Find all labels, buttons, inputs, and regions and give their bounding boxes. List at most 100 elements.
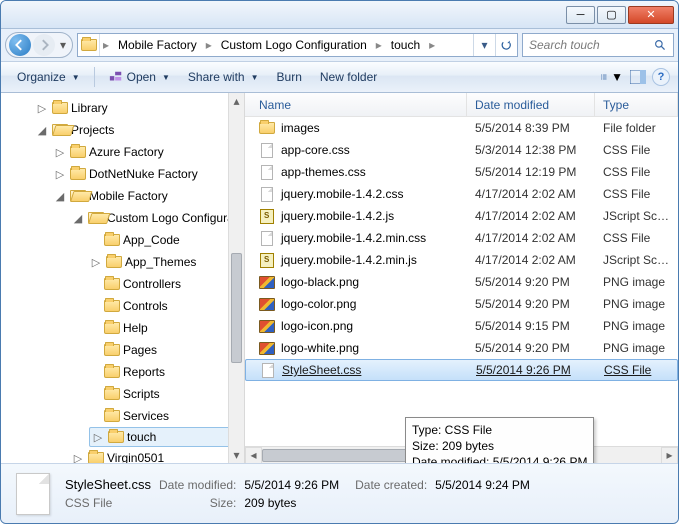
new-folder-button[interactable]: New folder — [312, 66, 385, 88]
column-date[interactable]: Date modified — [467, 93, 595, 116]
chevron-right-icon[interactable]: ▸ — [203, 38, 215, 52]
expand-icon[interactable]: ▷ — [91, 431, 105, 444]
expand-icon[interactable]: ▷ — [35, 102, 49, 115]
file-date-cell: 5/5/2014 9:20 PM — [467, 297, 595, 311]
address-bar[interactable]: ▸ Mobile Factory ▸ Custom Logo Configura… — [77, 33, 518, 57]
search-input[interactable]: Search touch — [522, 33, 674, 57]
collapse-icon[interactable]: ◢ — [35, 124, 49, 137]
breadcrumb-custom-logo[interactable]: Custom Logo Configuration — [215, 34, 373, 56]
expand-icon[interactable]: ▷ — [53, 168, 67, 181]
address-dropdown[interactable]: ▾ — [473, 34, 495, 56]
list-item[interactable]: jquery.mobile-1.4.2.js4/17/2014 2:02 AMJ… — [245, 205, 678, 227]
expand-icon[interactable]: ▷ — [53, 146, 67, 159]
file-icon — [259, 296, 275, 312]
title-bar[interactable]: ─ ▢ ✕ — [1, 1, 678, 29]
file-icon — [259, 208, 275, 224]
burn-button[interactable]: Burn — [269, 66, 310, 88]
view-options-button[interactable]: ▼ — [600, 66, 624, 88]
tree-item-help[interactable]: Help — [5, 317, 244, 339]
content-area: ▷Library ◢Projects ▷Azure Factory ▷DotNe… — [1, 93, 678, 463]
scroll-up-button[interactable]: ▴ — [229, 93, 244, 109]
chevron-down-icon: ▼ — [251, 73, 259, 82]
file-icon — [259, 274, 275, 290]
minimize-button[interactable]: ─ — [566, 6, 595, 24]
list-item[interactable]: logo-color.png5/5/2014 9:20 PMPNG image — [245, 293, 678, 315]
list-item[interactable]: StyleSheet.css5/5/2014 9:26 PMCSS File — [245, 359, 678, 381]
collapse-icon[interactable]: ◢ — [71, 212, 85, 225]
file-type-cell: PNG image — [595, 275, 678, 289]
tree-item-controls[interactable]: Controls — [5, 295, 244, 317]
chevron-right-icon[interactable]: ▸ — [426, 38, 438, 52]
column-type[interactable]: Type — [595, 93, 678, 116]
tooltip-type: Type: CSS File — [412, 422, 587, 438]
help-button[interactable]: ? — [652, 68, 670, 86]
open-button[interactable]: Open▼ — [101, 66, 178, 88]
tree-item-azure[interactable]: ▷Azure Factory — [5, 141, 244, 163]
column-name[interactable]: Name — [245, 93, 467, 116]
refresh-button[interactable] — [495, 34, 517, 56]
location-icon[interactable] — [78, 34, 100, 56]
preview-pane-button[interactable] — [626, 66, 650, 88]
scroll-left-button[interactable]: ◂ — [245, 447, 262, 464]
file-date-cell: 5/3/2014 12:38 PM — [467, 143, 595, 157]
tree-item-projects[interactable]: ◢Projects — [5, 119, 244, 141]
tree-item-virgin[interactable]: ▷Virgin0501 — [5, 447, 244, 463]
list-item[interactable]: logo-black.png5/5/2014 9:20 PMPNG image — [245, 271, 678, 293]
list-item[interactable]: jquery.mobile-1.4.2.min.js4/17/2014 2:02… — [245, 249, 678, 271]
list-item[interactable]: images5/5/2014 8:39 PMFile folder — [245, 117, 678, 139]
tree-item-appcode[interactable]: App_Code — [5, 229, 244, 251]
file-name-cell: jquery.mobile-1.4.2.min.js — [245, 252, 467, 268]
breadcrumb-mobile-factory[interactable]: Mobile Factory — [112, 34, 203, 56]
tree-item-services[interactable]: Services — [5, 405, 244, 427]
tree-item-dnn[interactable]: ▷DotNetNuke Factory — [5, 163, 244, 185]
tree-item-pages[interactable]: Pages — [5, 339, 244, 361]
search-placeholder: Search touch — [529, 38, 600, 52]
file-icon — [259, 142, 275, 158]
list-item[interactable]: app-themes.css5/5/2014 12:19 PMCSS File — [245, 161, 678, 183]
tree-scrollbar[interactable]: ▴ ▾ — [228, 93, 244, 463]
arrow-right-icon — [38, 39, 50, 51]
breadcrumb-touch[interactable]: touch — [385, 34, 426, 56]
chevron-down-icon: ▼ — [162, 73, 170, 82]
collapse-icon[interactable]: ◢ — [53, 190, 67, 203]
separator — [94, 67, 95, 87]
forward-button[interactable] — [33, 34, 55, 56]
tree-item-library[interactable]: ▷Library — [5, 97, 244, 119]
back-button[interactable] — [9, 34, 31, 56]
share-with-button[interactable]: Share with▼ — [180, 66, 267, 88]
tree-item-mobile[interactable]: ◢Mobile Factory — [5, 185, 244, 207]
details-size-value: 209 bytes — [244, 496, 339, 510]
tree-item-appthemes[interactable]: ▷App_Themes — [5, 251, 244, 273]
scroll-down-button[interactable]: ▾ — [229, 447, 244, 463]
scroll-thumb[interactable] — [231, 253, 242, 363]
file-type-cell: JScript Script File — [595, 209, 678, 223]
chevron-right-icon[interactable]: ▸ — [100, 38, 112, 52]
nav-bar: ▾ ▸ Mobile Factory ▸ Custom Logo Configu… — [1, 29, 678, 61]
nav-history-dropdown[interactable]: ▾ — [56, 38, 70, 52]
list-item[interactable]: jquery.mobile-1.4.2.css4/17/2014 2:02 AM… — [245, 183, 678, 205]
file-date-cell: 4/17/2014 2:02 AM — [467, 231, 595, 245]
expand-icon[interactable]: ▷ — [71, 452, 85, 464]
expand-icon[interactable]: ▷ — [89, 256, 103, 269]
list-item[interactable]: logo-white.png5/5/2014 9:20 PMPNG image — [245, 337, 678, 359]
close-button[interactable]: ✕ — [628, 6, 674, 24]
tree-item-scripts[interactable]: Scripts — [5, 383, 244, 405]
maximize-button[interactable]: ▢ — [597, 6, 626, 24]
file-icon — [259, 318, 275, 334]
tree-item-custom-logo[interactable]: ◢Custom Logo Configurat — [5, 207, 244, 229]
tree-item-touch[interactable]: ▷touch — [89, 427, 244, 447]
scroll-right-button[interactable]: ▸ — [661, 447, 678, 464]
file-type-cell: File folder — [595, 121, 678, 135]
list-item[interactable]: app-core.css5/3/2014 12:38 PMCSS File — [245, 139, 678, 161]
list-item[interactable]: jquery.mobile-1.4.2.min.css4/17/2014 2:0… — [245, 227, 678, 249]
chevron-right-icon[interactable]: ▸ — [373, 38, 385, 52]
details-size-label: Size: — [159, 496, 236, 510]
file-name-cell: logo-white.png — [245, 340, 467, 356]
organize-button[interactable]: Organize▼ — [9, 66, 88, 88]
list-body[interactable]: images5/5/2014 8:39 PMFile folderapp-cor… — [245, 117, 678, 463]
tree-item-controllers[interactable]: Controllers — [5, 273, 244, 295]
list-item[interactable]: logo-icon.png5/5/2014 9:15 PMPNG image — [245, 315, 678, 337]
arrow-left-icon — [14, 39, 26, 51]
navigation-tree[interactable]: ▷Library ◢Projects ▷Azure Factory ▷DotNe… — [1, 93, 245, 463]
tree-item-reports[interactable]: Reports — [5, 361, 244, 383]
